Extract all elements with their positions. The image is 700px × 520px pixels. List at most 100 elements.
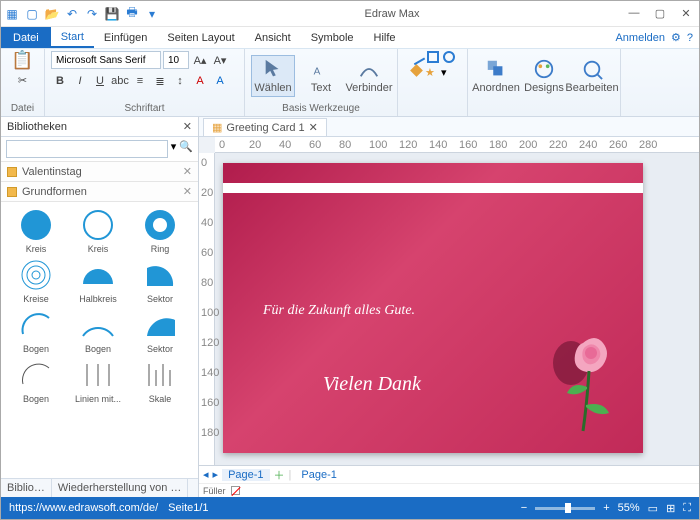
file-tab[interactable]: Datei <box>1 27 51 48</box>
shape-kreis-outline[interactable]: Kreis <box>67 206 129 256</box>
view-mode-1-icon[interactable]: ▭ <box>648 502 658 515</box>
font-name-select[interactable] <box>51 51 161 69</box>
circle-shape-icon[interactable] <box>443 51 455 63</box>
anmelden-link[interactable]: Anmelden <box>615 32 665 44</box>
page-tab-1[interactable]: Page-1 <box>222 469 269 481</box>
shape-bogen2[interactable]: Bogen <box>67 306 129 356</box>
zoom-slider[interactable] <box>535 507 595 510</box>
spacing-icon[interactable]: ↕ <box>171 72 189 90</box>
align-icon[interactable]: ≡ <box>131 72 149 90</box>
italic-button[interactable]: I <box>71 72 89 90</box>
sidebar-tab-recovery[interactable]: Wiederherstellung von … <box>52 479 189 497</box>
status-url: https://www.edrawsoft.com/de/ <box>9 502 158 514</box>
cut-icon[interactable]: ✂ <box>14 71 32 89</box>
tab-ansicht[interactable]: Ansicht <box>245 27 301 48</box>
anordnen-button[interactable]: Anordnen <box>474 56 518 96</box>
status-page: Seite1/1 <box>168 502 208 514</box>
library-title: Bibliotheken <box>7 121 67 133</box>
page-next-icon[interactable]: ▸ <box>213 468 219 481</box>
verbinder-button[interactable]: Verbinder <box>347 56 391 96</box>
page-tab-2[interactable]: Page-1 <box>295 469 342 481</box>
document-tab[interactable]: ▦ Greeting Card 1 ✕ <box>203 118 327 136</box>
tab-symbole[interactable]: Symbole <box>301 27 364 48</box>
ruler-horizontal: 020406080100120140160180200220240260280 <box>215 137 699 153</box>
no-color-icon[interactable] <box>231 486 240 495</box>
zoom-out-icon[interactable]: − <box>521 502 527 514</box>
rect-shape-icon[interactable] <box>427 51 439 63</box>
paste-icon[interactable]: 📋 <box>14 51 32 69</box>
star-shape-icon[interactable]: ★ <box>425 66 437 78</box>
tab-einfuegen[interactable]: Einfügen <box>94 27 157 48</box>
search-icon[interactable]: 🔍 <box>179 140 193 158</box>
view-mode-2-icon[interactable]: ⊞ <box>666 502 675 515</box>
waehlen-button[interactable]: Wählen <box>251 55 295 97</box>
page-prev-icon[interactable]: ◂ <box>203 468 209 481</box>
underline-button[interactable]: U <box>91 72 109 90</box>
group-datei: Datei <box>7 101 38 114</box>
app-title: Edraw Max <box>159 8 625 20</box>
text-button[interactable]: A Text <box>299 56 343 96</box>
library-search-input[interactable] <box>6 140 168 158</box>
shape-kreise[interactable]: Kreise <box>5 256 67 306</box>
fullscreen-icon[interactable]: ⛶ <box>683 502 691 515</box>
undo-icon[interactable]: ↶ <box>65 7 79 21</box>
sidebar-tab-biblio[interactable]: Biblio… <box>1 479 52 497</box>
connector-icon <box>358 58 380 80</box>
minimize-button[interactable]: — <box>625 7 643 20</box>
print-icon[interactable]: 🖶 <box>125 7 139 21</box>
open-icon[interactable]: 📂 <box>45 7 59 21</box>
highlight-icon[interactable]: A <box>211 72 229 90</box>
gear-icon[interactable]: ⚙ <box>671 31 681 44</box>
svg-text:A: A <box>314 67 321 78</box>
doc-close-icon[interactable]: ✕ <box>309 121 318 134</box>
zoom-in-icon[interactable]: + <box>603 502 609 514</box>
diamond-shape-icon[interactable] <box>410 64 423 77</box>
designs-button[interactable]: Designs <box>522 56 566 96</box>
tab-hilfe[interactable]: Hilfe <box>364 27 406 48</box>
help-icon[interactable]: ? <box>687 32 693 44</box>
tab-start[interactable]: Start <box>51 27 94 48</box>
category-valentinstag[interactable]: Valentinstag✕ <box>1 162 198 182</box>
text-icon: A <box>310 58 332 80</box>
designs-icon <box>533 58 555 80</box>
search-dropdown-icon[interactable]: ▾ <box>171 140 177 158</box>
font-grow-icon[interactable]: A▴ <box>191 51 209 69</box>
new-icon[interactable]: ▢ <box>25 7 39 21</box>
doc-icon: ▦ <box>212 121 222 134</box>
more-shape-icon[interactable]: ▾ <box>441 66 453 78</box>
save-icon[interactable]: 💾 <box>105 7 119 21</box>
greeting-card[interactable]: Für die Zukunft alles Gute. Vielen Dank <box>223 163 643 453</box>
page-add-icon[interactable]: ＋ <box>274 467 285 483</box>
shape-kreis-filled[interactable]: Kreis <box>5 206 67 256</box>
library-close-icon[interactable]: ✕ <box>183 120 192 133</box>
group-schriftart: Schriftart <box>51 101 238 114</box>
redo-icon[interactable]: ↷ <box>85 7 99 21</box>
shape-bogen1[interactable]: Bogen <box>5 306 67 356</box>
shape-halbkreis[interactable]: Halbkreis <box>67 256 129 306</box>
color-bar: Füller <box>199 483 699 497</box>
fontcolor-icon[interactable]: A <box>191 72 209 90</box>
shape-skale[interactable]: Skale <box>129 356 191 406</box>
shape-sektor[interactable]: Sektor <box>129 256 191 306</box>
shape-linien[interactable]: Linien mit... <box>67 356 129 406</box>
strike-button[interactable]: abc <box>111 72 129 90</box>
app-icon: ▦ <box>5 7 19 21</box>
bearbeiten-button[interactable]: Bearbeiten <box>570 56 614 96</box>
tab-seiten-layout[interactable]: Seiten Layout <box>157 27 244 48</box>
edit-icon <box>581 58 603 80</box>
line-shape-icon[interactable] <box>408 49 424 65</box>
shape-sektor2[interactable]: Sektor <box>129 306 191 356</box>
font-shrink-icon[interactable]: A▾ <box>211 51 229 69</box>
close-button[interactable]: ✕ <box>677 7 695 20</box>
font-size-select[interactable] <box>163 51 189 69</box>
fuller-label: Füller <box>203 486 226 496</box>
shape-ring[interactable]: Ring <box>129 206 191 256</box>
category-grundformen[interactable]: Grundformen✕ <box>1 182 198 202</box>
shape-bogen3[interactable]: Bogen <box>5 356 67 406</box>
bold-button[interactable]: B <box>51 72 69 90</box>
bullets-icon[interactable]: ≣ <box>151 72 169 90</box>
maximize-button[interactable]: ▢ <box>651 7 669 20</box>
ruler-vertical: 020406080100120140160180 <box>199 153 215 465</box>
qa-dropdown-icon[interactable]: ▾ <box>145 7 159 21</box>
canvas[interactable]: Für die Zukunft alles Gute. Vielen Dank <box>215 153 699 465</box>
